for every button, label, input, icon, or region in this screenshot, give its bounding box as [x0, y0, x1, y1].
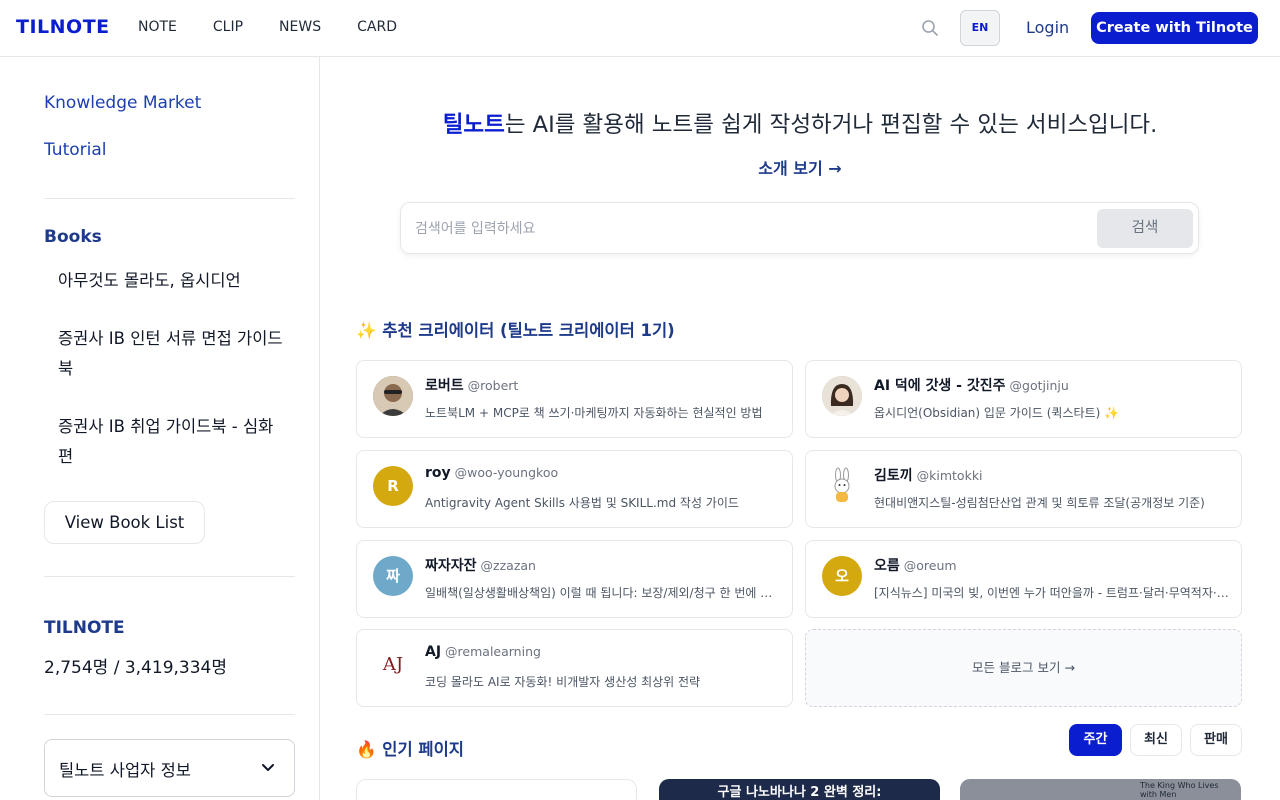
creator-handle: @remalearning [445, 644, 541, 659]
main-nav: NOTE CLIP NEWS CARD [138, 19, 433, 35]
intro-link[interactable]: 소개 보기 → [320, 155, 1280, 179]
create-with-tilnote-button[interactable]: Create with Tilnote [1091, 12, 1258, 44]
chevron-down-icon [262, 764, 274, 771]
creator-name: AI 덕에 갓생 - 갓진주 @gotjinju [874, 378, 1069, 394]
stats-heading: TILNOTE [44, 618, 125, 638]
avatar: AJ [373, 645, 413, 685]
nav-card[interactable]: CARD [357, 19, 397, 35]
creator-name: 로버트 @robert [425, 378, 519, 394]
creator-card[interactable]: 짜 짜자자잔 @zzazan 일배책(일상생활배상책임) 이럴 때 됩니다: 보장… [356, 540, 793, 618]
creator-card[interactable]: AI 덕에 갓생 - 갓진주 @gotjinju 옵시디언(Obsidian) 입… [805, 360, 1242, 438]
login-link[interactable]: Login [1026, 18, 1069, 37]
book-item[interactable]: 증권사 IB 인턴 서류 면접 가이드북 [58, 324, 288, 384]
creator-latest-post: 현대비앤지스틸-성림첨단산업 관계 및 희토류 조달(공개정보 기준) [874, 496, 1205, 510]
hero-brand: 틸노트 [442, 112, 505, 138]
creator-name: AJ @remalearning [425, 644, 541, 660]
creator-latest-post: 일배책(일상생활배상책임) 이럴 때 됩니다: 보장/제외/청구 한 번에 정리 [425, 586, 780, 600]
creator-handle: @oreum [903, 558, 957, 573]
left-sidebar: Knowledge Market Tutorial Books 아무것도 몰라도… [0, 57, 320, 800]
creator-card[interactable]: 오 오름 @oreum [지식뉴스] 미국의 빚, 이번엔 누가 떠안을까 - 트… [805, 540, 1242, 618]
user-stats: 2,754명 / 3,419,334명 [44, 658, 228, 678]
creator-latest-post: 노트북LM + MCP로 책 쓰기·마케팅까지 자동화하는 현실적인 방법 [425, 406, 763, 420]
creator-latest-post: 코딩 몰라도 AI로 자동화! 비개발자 생산성 최상위 전략 [425, 675, 701, 689]
creator-name: 김토끼 @kimtokki [874, 468, 983, 484]
top-header: TILNOTE NOTE CLIP NEWS CARD EN Login Cre… [0, 0, 1280, 57]
popular-page-card[interactable]: 구글 나노바나나 2 완벽 정리: [659, 779, 940, 800]
avatar [373, 376, 413, 416]
main-content: 틸노트는 AI를 활용해 노트를 쉽게 작성하거나 편집할 수 있는 서비스입니… [320, 57, 1280, 800]
popular-page-thumb-text: 구글 나노바나나 2 완벽 정리: [717, 785, 882, 800]
creator-handle: @robert [467, 378, 519, 393]
business-info-dropdown[interactable]: 틸노트 사업자 정보 [44, 739, 295, 797]
book-item[interactable]: 증권사 IB 취업 가이드북 - 심화편 [58, 412, 288, 472]
sidebar-divider [44, 198, 295, 199]
creator-name: 오름 @oreum [874, 558, 957, 574]
nav-note[interactable]: NOTE [138, 19, 177, 35]
nav-news[interactable]: NEWS [279, 19, 321, 35]
books-heading: Books [44, 227, 102, 247]
view-book-list-button[interactable]: View Book List [44, 501, 205, 544]
sidebar-item-tutorial[interactable]: Tutorial [44, 140, 107, 160]
book-item[interactable]: 아무것도 몰라도, 옵시디언 [58, 266, 288, 296]
recommended-creators-title: ✨ 추천 크리에이터 (틸노트 크리에이터 1기) [356, 321, 675, 340]
sidebar-divider [44, 576, 295, 577]
creator-name: roy @woo-youngkoo [425, 465, 559, 481]
creator-latest-post: 옵시디언(Obsidian) 입문 가이드 (퀵스타트) ✨ [874, 406, 1120, 420]
hero-text: 틸노트는 AI를 활용해 노트를 쉽게 작성하거나 편집할 수 있는 서비스입니… [320, 107, 1280, 139]
creator-latest-post: [지식뉴스] 미국의 빚, 이번엔 누가 떠안을까 - 트럼프·달러·무역적자·… [874, 586, 1229, 600]
popular-page-card[interactable] [356, 779, 637, 800]
creator-card[interactable]: AJ AJ @remalearning 코딩 몰라도 AI로 자동화! 비개발자 … [356, 629, 793, 707]
avatar: 짜 [373, 556, 413, 596]
search-input[interactable] [415, 213, 1075, 245]
search-icon[interactable] [920, 18, 940, 38]
creator-handle: @zzazan [480, 558, 536, 573]
business-info-label: 틸노트 사업자 정보 [59, 761, 191, 780]
popular-page-card[interactable]: The King Who Lives with Men [960, 779, 1241, 800]
creator-handle: @kimtokki [916, 468, 983, 483]
search-bar: 검색 [400, 202, 1199, 254]
avatar [822, 376, 862, 416]
rabbit-avatar-icon [822, 466, 862, 506]
avatar: R [373, 466, 413, 506]
filter-weekly-button[interactable]: 주간 [1069, 724, 1122, 756]
creator-handle: @woo-youngkoo [454, 465, 559, 480]
all-blogs-link[interactable]: 모든 블로그 보기 → [805, 629, 1242, 707]
creator-name: 짜자자잔 @zzazan [425, 558, 536, 574]
sidebar-item-knowledge-market[interactable]: Knowledge Market [44, 93, 201, 113]
creator-card[interactable]: R roy @woo-youngkoo Antigravity Agent Ski… [356, 450, 793, 528]
sidebar-divider [44, 714, 295, 715]
filter-sales-button[interactable]: 판매 [1190, 724, 1242, 756]
creator-card[interactable]: 김토끼 @kimtokki 현대비앤지스틸-성림첨단산업 관계 및 희토류 조달(… [805, 450, 1242, 528]
nav-clip[interactable]: CLIP [213, 19, 243, 35]
creator-handle: @gotjinju [1009, 378, 1069, 393]
search-button[interactable]: 검색 [1097, 209, 1193, 248]
creator-latest-post: Antigravity Agent Skills 사용법 및 SKILL.md … [425, 496, 739, 510]
hero-description: 는 AI를 활용해 노트를 쉽게 작성하거나 편집할 수 있는 서비스입니다. [504, 112, 1158, 138]
filter-latest-button[interactable]: 최신 [1130, 724, 1182, 756]
creator-card[interactable]: 로버트 @robert 노트북LM + MCP로 책 쓰기·마케팅까지 자동화하는… [356, 360, 793, 438]
language-button[interactable]: EN [960, 10, 1000, 46]
popular-pages-title: 🔥 인기 페이지 [356, 740, 464, 759]
popular-page-thumb-text: The King Who Lives with Men [1140, 781, 1219, 799]
avatar: 오 [822, 556, 862, 596]
tilnote-logo[interactable]: TILNOTE [16, 16, 110, 38]
